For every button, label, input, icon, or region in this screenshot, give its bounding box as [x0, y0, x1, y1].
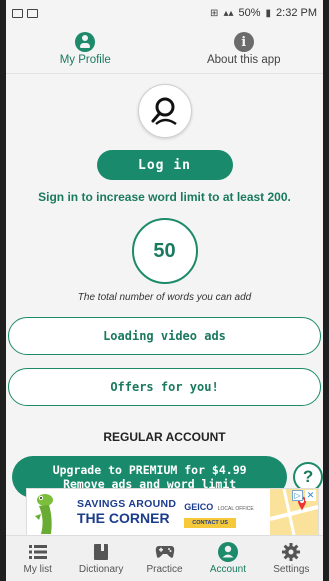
- app-screen: ⊞ ▴▴ 50% ▮ 2:32 PM My Profile i About th…: [6, 0, 323, 581]
- notification-icons: [12, 8, 38, 18]
- tab-label: About this app: [206, 54, 281, 66]
- signal-icon: ▴▴: [223, 7, 234, 19]
- info-icon: i: [233, 32, 254, 52]
- ad-close-icon[interactable]: ✕: [305, 490, 316, 501]
- bottom-navigation: My list Dictionary Practice Account Sett…: [6, 535, 323, 581]
- nav-practice[interactable]: Practice: [133, 536, 196, 581]
- account-type-label: REGULAR ACCOUNT: [103, 430, 226, 444]
- book-icon: [91, 543, 111, 561]
- nav-account[interactable]: Account: [196, 536, 259, 581]
- word-limit-counter: 50: [131, 218, 198, 284]
- upgrade-price-text: Upgrade to PREMIUM for $4.99: [52, 463, 247, 477]
- account-icon: [217, 541, 238, 562]
- sync-icon: ⊞: [210, 7, 219, 19]
- nav-my-list[interactable]: My list: [6, 536, 69, 581]
- ad-banner[interactable]: SAVINGS AROUND THE CORNER GEICO LOCAL OF…: [26, 488, 319, 536]
- video-ads-button[interactable]: Loading video ads: [8, 317, 321, 355]
- login-button[interactable]: Log in: [96, 150, 233, 180]
- signin-hint: Sign in to increase word limit to at lea…: [38, 190, 291, 204]
- gamepad-icon: [155, 543, 175, 561]
- tab-label: My Profile: [59, 54, 111, 66]
- image-notification-icon: [12, 8, 23, 18]
- nav-label: Settings: [273, 563, 310, 575]
- activity-notification-icon: [27, 8, 38, 18]
- top-tab-bar: My Profile i About this app: [6, 26, 323, 74]
- nav-label: Account: [209, 563, 246, 575]
- person-icon: [75, 32, 96, 52]
- nav-label: My list: [23, 563, 52, 575]
- system-status: ⊞ ▴▴ 50% ▮ 2:32 PM: [210, 7, 317, 19]
- ad-choices: ▷ ✕: [292, 490, 316, 501]
- device-frame-right: [323, 0, 329, 581]
- ad-brand-logo: GEICO: [184, 501, 214, 512]
- ad-headline-line2: THE CORNER: [77, 510, 170, 526]
- tab-my-profile[interactable]: My Profile: [6, 26, 165, 73]
- ad-brand-row: GEICO LOCAL OFFICE: [184, 497, 253, 515]
- list-icon: [28, 543, 48, 561]
- battery-level: 50%: [238, 7, 261, 19]
- ad-brand-block: GEICO LOCAL OFFICE CONTACT US: [184, 497, 254, 528]
- avatar-container: [6, 84, 323, 138]
- ad-headline-line1: SAVINGS AROUND: [77, 498, 177, 510]
- ad-headline: SAVINGS AROUND THE CORNER: [77, 498, 176, 526]
- status-bar: ⊞ ▴▴ 50% ▮ 2:32 PM: [6, 0, 323, 26]
- ad-brand-tag: LOCAL OFFICE: [217, 505, 254, 512]
- nav-label: Dictionary: [78, 563, 124, 575]
- ad-info-icon[interactable]: ▷: [292, 490, 303, 501]
- ad-contact-button[interactable]: CONTACT US: [184, 517, 236, 528]
- clock: 2:32 PM: [276, 7, 317, 19]
- nav-dictionary[interactable]: Dictionary: [69, 536, 132, 581]
- tab-about-this-app[interactable]: i About this app: [165, 26, 324, 73]
- nav-settings[interactable]: Settings: [260, 536, 323, 581]
- word-limit-caption: The total number of words you can add: [77, 292, 252, 303]
- gecko-mascot-image: [29, 490, 63, 534]
- gear-icon: [281, 542, 301, 561]
- offers-button[interactable]: Offers for you!: [8, 368, 321, 406]
- battery-icon: ▮: [265, 7, 272, 19]
- user-search-icon: [137, 84, 192, 138]
- nav-label: Practice: [146, 563, 183, 575]
